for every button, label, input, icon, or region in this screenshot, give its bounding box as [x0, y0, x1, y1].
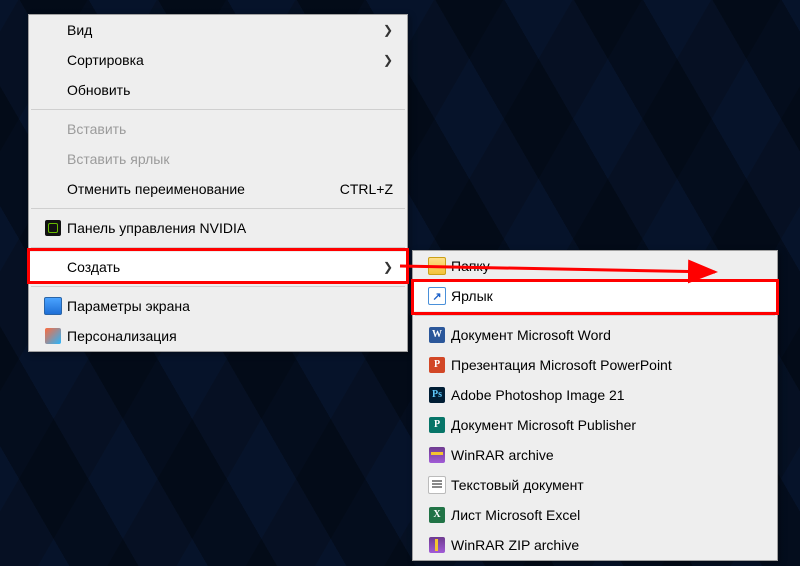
menu-label: Сортировка — [67, 52, 383, 68]
menu-label: Параметры экрана — [67, 298, 393, 314]
zip-icon — [423, 537, 451, 553]
menu-label: WinRAR ZIP archive — [451, 537, 763, 553]
menu-item-paste: Вставить — [29, 114, 407, 144]
personalize-icon — [39, 328, 67, 344]
display-icon — [39, 297, 67, 315]
text-file-icon — [423, 476, 451, 494]
submenu-item-publisher[interactable]: P Документ Microsoft Publisher — [413, 410, 777, 440]
folder-icon — [423, 257, 451, 275]
menu-item-display-settings[interactable]: Параметры экрана — [29, 291, 407, 321]
submenu-item-shortcut[interactable]: Ярлык — [413, 281, 777, 311]
menu-label: Презентация Microsoft PowerPoint — [451, 357, 763, 373]
menu-label: Текстовый документ — [451, 477, 763, 493]
submenu-item-text[interactable]: Текстовый документ — [413, 470, 777, 500]
menu-item-nvidia[interactable]: Панель управления NVIDIA — [29, 213, 407, 243]
menu-label: Документ Microsoft Word — [451, 327, 763, 343]
submenu-item-folder[interactable]: Папку — [413, 251, 777, 281]
menu-item-paste-shortcut: Вставить ярлык — [29, 144, 407, 174]
menu-label: Вставить — [67, 121, 393, 137]
submenu-item-excel[interactable]: X Лист Microsoft Excel — [413, 500, 777, 530]
publisher-icon: P — [423, 417, 451, 433]
excel-icon: X — [423, 507, 451, 523]
submenu-item-zip[interactable]: WinRAR ZIP archive — [413, 530, 777, 560]
menu-item-view[interactable]: Вид ❯ — [29, 15, 407, 45]
menu-separator — [415, 315, 775, 316]
menu-shortcut: CTRL+Z — [340, 181, 393, 197]
nvidia-icon — [39, 220, 67, 236]
chevron-right-icon: ❯ — [383, 23, 393, 37]
chevron-right-icon: ❯ — [383, 53, 393, 67]
create-submenu: Папку Ярлык W Документ Microsoft Word P … — [412, 250, 778, 561]
menu-label: Вставить ярлык — [67, 151, 393, 167]
menu-label: Создать — [67, 259, 383, 275]
menu-label: Обновить — [67, 82, 393, 98]
submenu-item-winrar[interactable]: WinRAR archive — [413, 440, 777, 470]
menu-item-personalize[interactable]: Персонализация — [29, 321, 407, 351]
menu-item-refresh[interactable]: Обновить — [29, 75, 407, 105]
shortcut-icon — [423, 287, 451, 305]
winrar-icon — [423, 447, 451, 463]
menu-item-undo-rename[interactable]: Отменить переименование CTRL+Z — [29, 174, 407, 204]
menu-separator — [31, 208, 405, 209]
menu-label: Персонализация — [67, 328, 393, 344]
word-icon: W — [423, 327, 451, 343]
menu-label: Adobe Photoshop Image 21 — [451, 387, 763, 403]
menu-label: WinRAR archive — [451, 447, 763, 463]
submenu-item-photoshop[interactable]: Ps Adobe Photoshop Image 21 — [413, 380, 777, 410]
chevron-right-icon: ❯ — [383, 260, 393, 274]
menu-separator — [31, 247, 405, 248]
powerpoint-icon: P — [423, 357, 451, 373]
menu-separator — [31, 286, 405, 287]
submenu-item-word[interactable]: W Документ Microsoft Word — [413, 320, 777, 350]
menu-separator — [31, 109, 405, 110]
menu-label: Вид — [67, 22, 383, 38]
menu-label: Ярлык — [451, 288, 763, 304]
submenu-item-powerpoint[interactable]: P Презентация Microsoft PowerPoint — [413, 350, 777, 380]
menu-label: Отменить переименование — [67, 181, 340, 197]
photoshop-icon: Ps — [423, 387, 451, 403]
menu-label: Папку — [451, 258, 763, 274]
menu-label: Документ Microsoft Publisher — [451, 417, 763, 433]
menu-item-create[interactable]: Создать ❯ — [29, 252, 407, 282]
menu-label: Панель управления NVIDIA — [67, 220, 393, 236]
desktop-context-menu: Вид ❯ Сортировка ❯ Обновить Вставить Вст… — [28, 14, 408, 352]
menu-item-sort[interactable]: Сортировка ❯ — [29, 45, 407, 75]
menu-label: Лист Microsoft Excel — [451, 507, 763, 523]
